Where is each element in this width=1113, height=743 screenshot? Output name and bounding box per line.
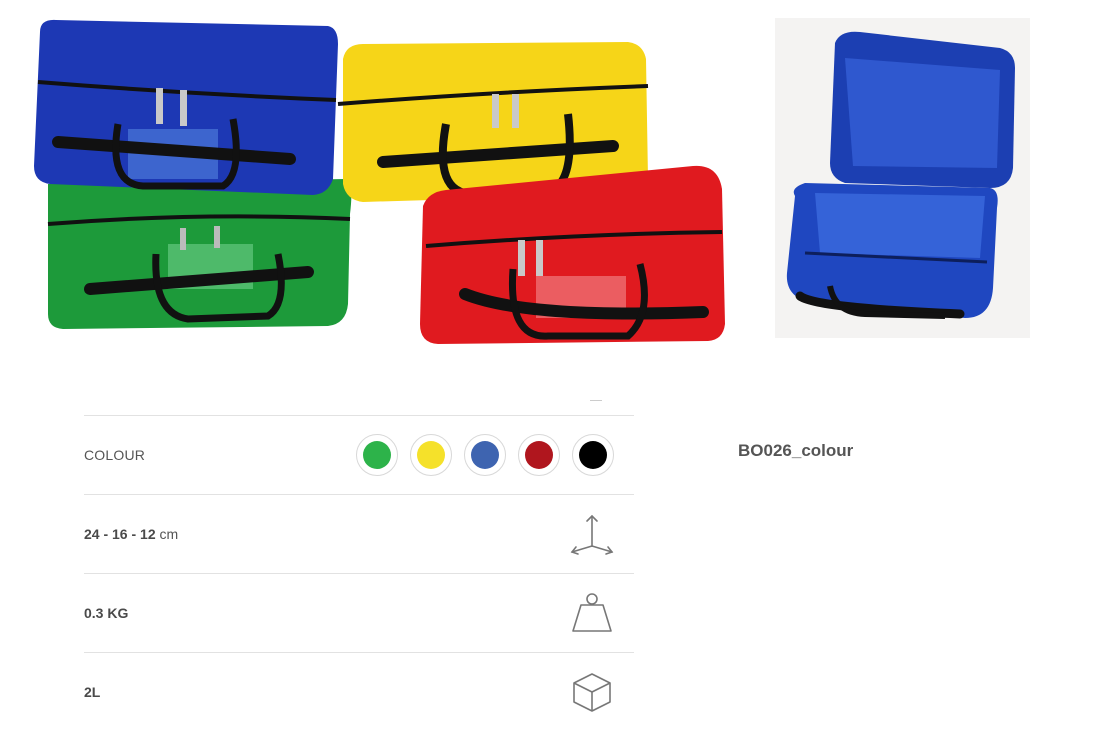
red-bag-image bbox=[420, 165, 725, 344]
swatch-red[interactable] bbox=[518, 434, 560, 476]
swatch-black-dot bbox=[579, 441, 607, 469]
dimensions-value: 24 - 16 - 12 bbox=[84, 526, 156, 542]
axes-3d-icon bbox=[566, 508, 618, 560]
swatch-green[interactable] bbox=[356, 434, 398, 476]
swatch-red-dot bbox=[525, 441, 553, 469]
volume-value: 2L bbox=[84, 684, 101, 700]
product-photo-open-bag bbox=[775, 18, 1030, 338]
weight-icon bbox=[566, 587, 618, 639]
swatch-yellow[interactable] bbox=[410, 434, 452, 476]
product-photo-stacked-bags bbox=[28, 14, 733, 349]
spec-row-volume: 2L bbox=[84, 652, 634, 731]
dimensions-text: 24 - 16 - 12 cm bbox=[84, 526, 178, 542]
product-specs: COLOUR 24 - 16 - 12 cm 0.3 KG 2L bbox=[84, 415, 634, 731]
swatch-yellow-dot bbox=[417, 441, 445, 469]
colour-label: COLOUR bbox=[84, 447, 146, 463]
weight-value: 0.3 KG bbox=[84, 605, 129, 621]
swatch-blue-dot bbox=[471, 441, 499, 469]
spec-row-dimensions: 24 - 16 - 12 cm bbox=[84, 494, 634, 573]
spec-row-weight: 0.3 KG bbox=[84, 573, 634, 652]
product-sku: BO026_colour bbox=[738, 441, 854, 460]
divider-mark bbox=[590, 400, 602, 401]
swatch-green-dot bbox=[363, 441, 391, 469]
spec-row-colour: COLOUR bbox=[84, 415, 634, 494]
colour-swatches bbox=[356, 434, 614, 476]
swatch-black[interactable] bbox=[572, 434, 614, 476]
cube-icon bbox=[566, 666, 618, 718]
swatch-blue[interactable] bbox=[464, 434, 506, 476]
green-bag-image bbox=[47, 179, 352, 329]
dimensions-unit: cm bbox=[159, 526, 179, 542]
blue-bag-image bbox=[34, 19, 338, 195]
